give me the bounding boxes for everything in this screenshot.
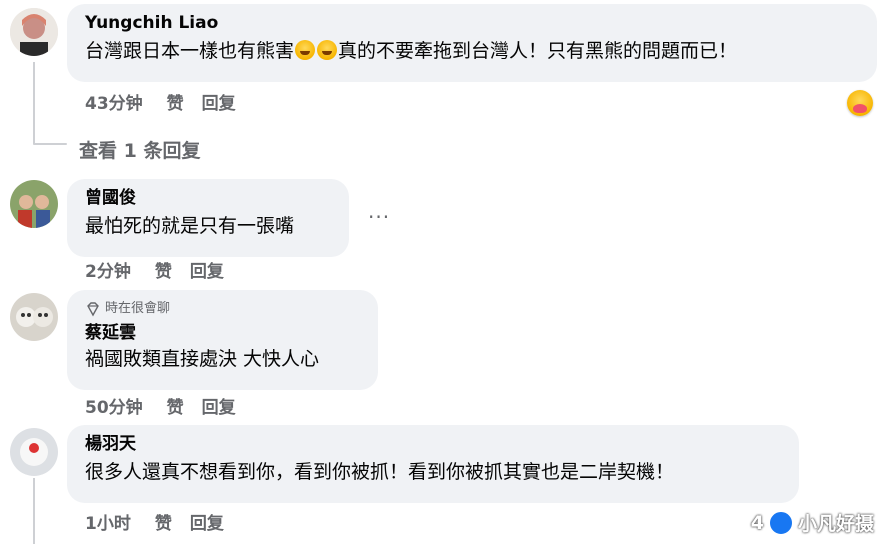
reply-button[interactable]: 回复 [202,93,236,115]
thread-line [33,478,35,544]
comment-time[interactable]: 43分钟 [85,93,143,115]
reaction-count: 4 [750,511,764,534]
thread-line [33,62,35,144]
comment-bubble: 時在很會聊 蔡延雲 禍國敗類直接處決 大快人心 [67,290,378,390]
thread-line-elbow [33,143,67,145]
like-button[interactable]: 赞 [155,261,172,283]
comment-time[interactable]: 1小时 [85,513,131,535]
laughing-emoji-icon [295,40,316,60]
diamond-icon [87,302,99,317]
watermark-text: 小凡好摄 [797,513,874,535]
reply-button[interactable]: 回复 [190,261,224,283]
like-button[interactable]: 赞 [155,513,172,535]
comment-actions: 43分钟 赞 回复 [85,93,236,115]
comment-author[interactable]: Yungchih Liao [85,12,863,34]
top-fan-badge: 時在很會聊 [85,300,364,318]
comment-actions: 1小时 赞 回复 [85,513,224,535]
comment-actions: 2分钟 赞 回复 [85,261,224,283]
comment-author[interactable]: 楊羽天 [85,433,785,455]
comment-author[interactable]: 蔡延雲 [85,322,364,344]
comment-text: 台灣跟日本一樣也有熊害 真的不要牽拖到台灣人！只有黑熊的問題而已！ [85,38,863,64]
reply-button[interactable]: 回复 [190,513,224,535]
avatar[interactable] [10,428,58,476]
comment-text: 最怕死的就是只有一張嘴 [85,215,295,237]
like-button[interactable]: 赞 [167,93,184,115]
comment-actions: 50分钟 赞 回复 [85,397,236,419]
comment-text-part: 真的不要牽拖到台灣人！只有黑熊的問題而已！ [338,40,738,62]
weibo-logo-icon [767,509,794,536]
comment-time[interactable]: 2分钟 [85,261,131,283]
comment-bubble: 楊羽天 很多人還真不想看到你，看到你被抓！看到你被抓其實也是二岸契機！ [67,425,799,503]
comment-author[interactable]: 曾國俊 [85,187,335,209]
reply-button[interactable]: 回复 [202,397,236,419]
hugging-face-reaction-icon[interactable] [847,90,873,116]
avatar[interactable] [10,293,58,341]
more-options-icon[interactable]: ··· [368,205,390,229]
comment-bubble: Yungchih Liao 台灣跟日本一樣也有熊害 真的不要牽拖到台灣人！只有黑熊… [67,4,877,82]
avatar[interactable] [10,8,58,56]
comment-bubble: 曾國俊 最怕死的就是只有一張嘴 [67,179,349,257]
comment-text-part: 台灣跟日本一樣也有熊害 [85,40,295,62]
avatar[interactable] [10,180,58,228]
comment-time[interactable]: 50分钟 [85,397,143,419]
badge-label: 時在很會聊 [105,301,171,316]
like-button[interactable]: 赞 [167,397,184,419]
watermark: 4 小凡好摄 [751,509,874,536]
view-replies-link[interactable]: 查看 1 条回复 [79,136,200,163]
laughing-emoji-icon [317,40,338,60]
comment-text: 禍國敗類直接處決 大快人心 [85,348,320,370]
comment-text: 很多人還真不想看到你，看到你被抓！看到你被抓其實也是二岸契機！ [85,461,675,483]
